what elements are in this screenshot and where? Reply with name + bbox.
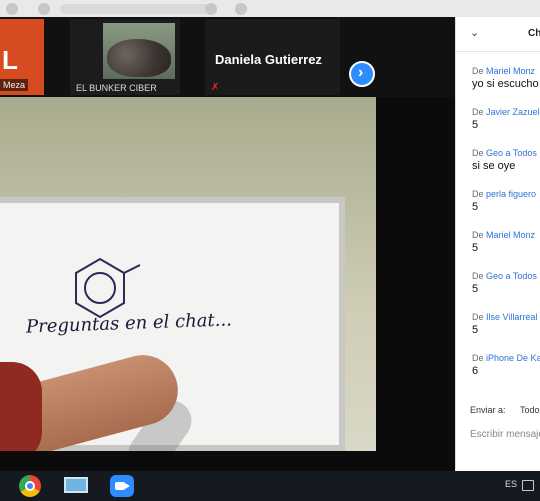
chat-message-header: De Mariel Monz [472,229,540,241]
participant-tile[interactable]: L Meza [0,19,44,95]
participant-initial: L [2,45,18,75]
message-text: 5 [472,324,479,336]
taskbar-chrome-button[interactable] [8,473,48,499]
message-prefix: De [472,230,484,240]
participant-name: EL BUNKER CIBER [76,83,157,93]
message-sender[interactable]: perla figuero [486,189,536,199]
computer-icon [64,477,88,493]
send-to-label: Enviar a: [470,405,506,415]
chat-message-header: De Geo a Todos [472,147,540,159]
send-to-dropdown[interactable]: Todos [520,405,540,415]
chat-message-header: De iPhone De Ka [472,352,540,364]
chat-message: De iPhone De Ka 6 [472,352,540,378]
chat-message-header: De Geo a Todos [472,270,540,282]
window-dot-icon[interactable] [205,3,217,15]
top-bar-pill [60,4,210,14]
chat-message: De perla figuero 5 [472,188,540,214]
next-participants-button[interactable]: › [349,61,375,87]
message-text: 5 [472,283,479,295]
chat-message-header: De Mariel Monz [472,65,540,77]
window-dot-icon[interactable] [38,3,50,15]
muted-mic-icon: ✗ [211,82,220,93]
message-text: si se oye [472,160,516,172]
message-prefix: De [472,312,484,322]
message-prefix: De [472,107,484,117]
send-to-row: Enviar a: Todos [470,405,540,415]
message-sender[interactable]: Geo a Todos [486,271,537,281]
message-prefix: De [472,66,484,76]
window-dot-icon[interactable] [6,3,18,15]
participant-name: Daniela Gutierrez [215,52,322,67]
chat-message-header: De Javier Zazuel [472,106,540,118]
message-prefix: De [472,271,484,281]
benzene-inner-circle [84,272,116,304]
taskbar-zoom-button[interactable] [102,473,142,499]
presenter-shirt [0,362,42,451]
message-prefix: De [472,353,484,363]
message-sender[interactable]: iPhone De Ka [486,353,540,363]
participant-strip: L Meza EL BUNKER CIBER Daniela Gutierrez… [0,17,455,97]
chat-header: ⌄ Ch [456,17,540,52]
chrome-icon [19,475,41,497]
message-prefix: De [472,189,484,199]
participant-tile[interactable]: Daniela Gutierrez ✗ [205,19,340,95]
window-dot-icon[interactable] [235,3,247,15]
chat-message: De Geo a Todos 5 [472,270,540,296]
message-sender[interactable]: Mariel Monz [486,66,535,76]
language-indicator[interactable]: ES [505,479,517,489]
participant-name: Meza [0,79,29,91]
message-sender[interactable]: Mariel Monz [486,230,535,240]
bond-line [123,264,141,274]
message-text: yo si escucho [472,78,539,90]
chat-message: De Geo a Todos si se oye [472,147,540,173]
chat-message: De Ilse Villarreal 5 [472,311,540,337]
chat-message: De Javier Zazuel 5 [472,106,540,132]
participant-video-thumbnail [103,23,175,79]
message-text: 6 [472,365,479,377]
message-text: 5 [472,119,479,131]
message-sender[interactable]: Ilse Villarreal [486,312,537,322]
message-sender[interactable]: Geo a Todos [486,148,537,158]
message-sender[interactable]: Javier Zazuel [486,107,540,117]
chat-panel: ⌄ Ch De Mariel Monz yo si escucho De Jav… [455,17,540,471]
system-tray-icon[interactable] [522,480,534,491]
chat-message: De Mariel Monz 5 [472,229,540,255]
chat-message-header: De Ilse Villarreal [472,311,540,323]
participant-tile[interactable]: EL BUNKER CIBER [70,19,180,95]
rock-image [107,39,171,77]
chat-title: Ch [528,28,540,39]
zoom-icon [110,475,134,497]
main-video: Preguntas en el chat... [0,97,376,451]
taskbar: ES [0,471,540,501]
chat-message-header: De perla figuero [472,188,540,200]
browser-top-bar [0,0,540,17]
benzene-ring-shape [75,257,125,319]
message-prefix: De [472,148,484,158]
message-text: 5 [472,242,479,254]
chevron-right-icon: › [358,64,364,81]
taskbar-computer-button[interactable] [56,473,96,499]
chevron-down-icon[interactable]: ⌄ [470,26,479,39]
message-text: 5 [472,201,479,213]
chat-message: De Mariel Monz yo si escucho [472,65,540,91]
chat-message-input[interactable]: Escribir mensaje [470,429,540,440]
